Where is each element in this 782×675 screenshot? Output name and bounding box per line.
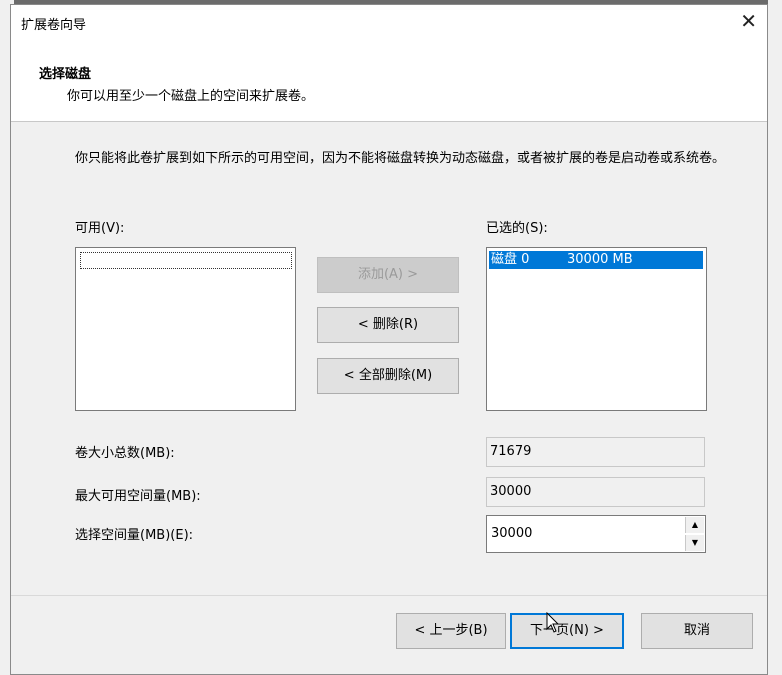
footer-separator xyxy=(11,595,767,596)
cancel-button[interactable]: 取消 xyxy=(641,613,753,649)
selected-label: 已选的(S): xyxy=(486,221,548,236)
disk-size: 30000 MB xyxy=(567,252,633,267)
selected-disk-row[interactable]: 磁盘 0 30000 MB xyxy=(489,251,703,269)
next-button[interactable]: 下一页(N) > xyxy=(510,613,624,649)
description-text: 你只能将此卷扩展到如下所示的可用空间，因为不能将磁盘转换为动态磁盘，或者被扩展的… xyxy=(75,151,726,166)
select-space-label: 选择空间量(MB)(E): xyxy=(75,528,194,543)
remove-all-button[interactable]: < 全部删除(M) xyxy=(317,358,459,394)
remove-button[interactable]: < 删除(R) xyxy=(317,307,459,343)
disk-name: 磁盘 0 xyxy=(491,252,530,267)
page-title: 选择磁盘 xyxy=(39,67,92,82)
total-size-value: 71679 xyxy=(486,437,705,467)
total-size-label: 卷大小总数(MB): xyxy=(75,446,175,461)
wizard-header: 选择磁盘 你可以用至少一个磁盘上的空间来扩展卷。 xyxy=(11,39,767,122)
max-space-value: 30000 xyxy=(486,477,705,507)
spin-up-icon[interactable]: ▲ xyxy=(685,517,704,533)
window-title: 扩展卷向导 xyxy=(21,18,87,33)
select-space-input[interactable] xyxy=(489,518,683,548)
select-space-stepper: ▲ ▼ xyxy=(486,515,706,553)
extend-volume-wizard-dialog: 扩展卷向导 ✕ 选择磁盘 你可以用至少一个磁盘上的空间来扩展卷。 你只能将此卷扩… xyxy=(10,4,768,675)
page-subtitle: 你可以用至少一个磁盘上的空间来扩展卷。 xyxy=(67,89,315,104)
mouse-pointer-icon xyxy=(546,612,560,633)
focus-rectangle xyxy=(80,252,292,269)
back-button[interactable]: < 上一步(B) xyxy=(396,613,506,649)
max-space-label: 最大可用空间量(MB): xyxy=(75,489,201,504)
available-label: 可用(V): xyxy=(75,221,125,236)
background-window-right xyxy=(768,0,782,675)
close-icon[interactable]: ✕ xyxy=(740,9,757,33)
title-bar: 扩展卷向导 ✕ xyxy=(11,5,767,39)
available-disks-list[interactable] xyxy=(75,247,296,411)
spin-down-icon[interactable]: ▼ xyxy=(685,535,704,551)
selected-disks-list[interactable]: 磁盘 0 30000 MB xyxy=(486,247,707,411)
add-button[interactable]: 添加(A) > xyxy=(317,257,459,293)
